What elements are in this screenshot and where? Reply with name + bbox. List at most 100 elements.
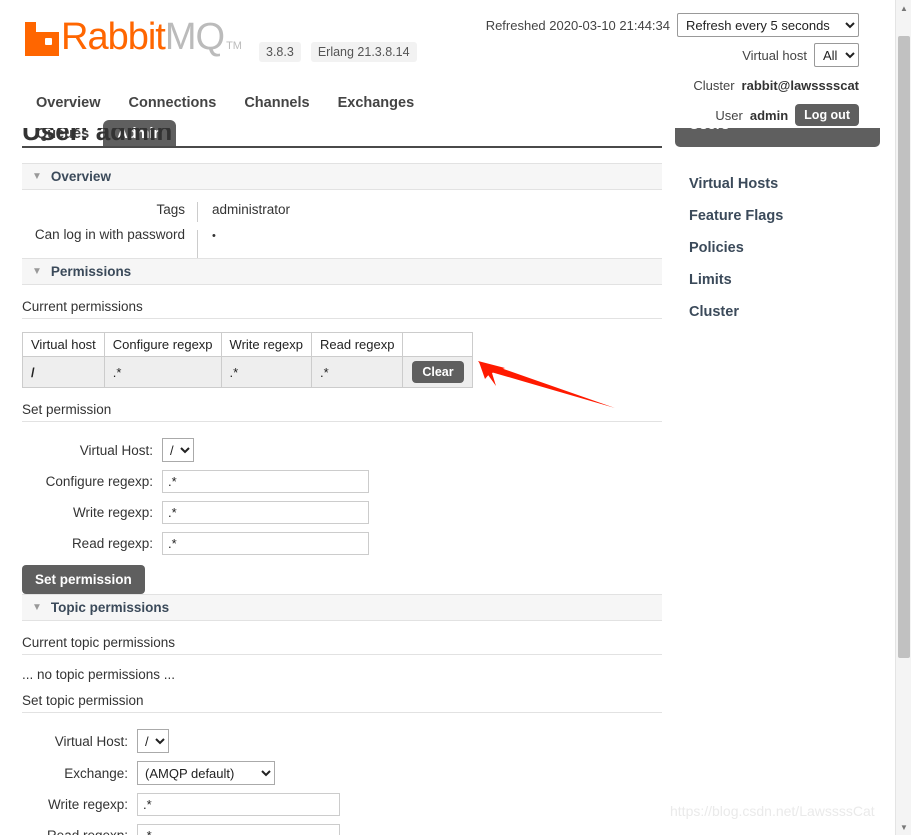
set-perm-write-input[interactable] [162,501,369,524]
nav-row-top: Overview Connections Channels Exchanges [22,86,662,117]
nav-tab-exchanges[interactable]: Exchanges [324,89,429,117]
overview-section-title: Overview [50,169,111,184]
page-title: User: admin [22,128,173,146]
sidebar-item-cluster[interactable]: Cluster [675,296,880,328]
rabbitmq-logo[interactable]: Rabbit MQ TM [25,18,242,56]
logo-trademark: TM [226,40,242,52]
scrollbar-thumb[interactable] [898,36,910,658]
chevron-down-icon: ▼ [32,601,42,613]
topic-form-row-exchange: Exchange: (AMQP default)amq.directamq.fa… [22,761,662,785]
vhost-row: Virtual host All/ [486,43,859,67]
sidebar-item-feature-flags[interactable]: Feature Flags [675,200,880,232]
tags-label: Tags [156,202,185,217]
sidebar-item-users-label: Users [689,128,729,133]
overview-section: ▼ Overview Tags administrator Can log in… [22,163,662,269]
overview-body: Tags administrator Can log in with passw… [22,190,662,264]
tags-row: Tags administrator [22,202,662,222]
col-read-regexp: Read regexp [310,332,404,357]
set-perm-configure-label: Configure regexp: [45,474,153,489]
set-perm-configure-input[interactable] [162,470,369,493]
erlang-version-badge: Erlang 21.3.8.14 [310,42,417,62]
rabbitmq-logo-icon [25,18,59,56]
refresh-row: Refreshed 2020-03-10 21:44:34 Refresh ev… [486,13,859,37]
clear-permission-button[interactable]: Clear [412,361,464,383]
admin-sidebar: Users Virtual Hosts Feature Flags Polici… [664,128,880,835]
topic-permissions-section: ▼ Topic permissions Current topic permis… [22,594,662,835]
topic-vhost-select[interactable]: / [137,729,169,753]
sidebar-item-limits[interactable]: Limits [675,264,880,296]
sidebar-item-users[interactable]: Users [675,128,880,147]
topic-permissions-section-header[interactable]: ▼ Topic permissions [22,594,662,621]
blog-watermark: https://blog.csdn.net/LawssssCat [670,803,875,819]
scroll-down-arrow-icon[interactable]: ▼ [896,819,911,835]
logo-text-rabbit: Rabbit [61,16,166,58]
tags-value: administrator [197,202,290,222]
topic-exchange-label: Exchange: [64,765,128,781]
cluster-label: Cluster [693,77,735,93]
set-permission-submit-wrap: Set permission [22,565,662,594]
rabbitmq-version-badge: 3.8.3 [259,42,301,62]
nav-tab-connections[interactable]: Connections [115,89,231,117]
cluster-name: rabbit@lawsssscat [741,77,859,93]
cell-read-regexp: .* [310,356,404,388]
topic-read-label: Read regexp: [22,828,137,835]
cell-action: Clear [402,356,474,388]
topic-form-row-virtual-host: Virtual Host: / [22,729,662,753]
table-row: / .* .* .* Clear [22,356,474,388]
sidebar-item-virtual-hosts[interactable]: Virtual Hosts [675,168,880,200]
set-permission-button[interactable]: Set permission [22,565,145,594]
form-row-read-regexp: Read regexp: [22,532,662,555]
col-actions [402,332,474,357]
user-name: admin [749,107,789,123]
chevron-down-icon: ▼ [32,265,42,277]
col-write-regexp: Write regexp [220,332,313,357]
current-topic-permissions-label: Current topic permissions [22,635,662,655]
sidebar-item-policies[interactable]: Policies [675,232,880,264]
overview-section-header[interactable]: ▼ Overview [22,163,662,190]
set-perm-write-label: Write regexp: [72,505,153,520]
permissions-section-title: Permissions [50,264,132,279]
topic-exchange-select[interactable]: (AMQP default)amq.directamq.fanoutamq.to… [137,761,275,785]
topic-read-input[interactable] [137,824,340,835]
virtual-host-select[interactable]: All/ [814,43,859,67]
scroll-up-arrow-icon[interactable]: ▲ [896,0,911,16]
vertical-scrollbar[interactable]: ▲ ▼ [895,0,911,835]
set-perm-read-label: Read regexp: [71,536,153,551]
topic-vhost-label: Virtual Host: [54,733,128,749]
cell-write-regexp: .* [220,356,313,388]
nav-tab-overview[interactable]: Overview [22,89,115,117]
set-perm-read-input[interactable] [162,532,369,555]
version-badges: 3.8.3 Erlang 21.3.8.14 [259,42,417,62]
form-row-configure-regexp: Configure regexp: [22,470,662,493]
permissions-section: ▼ Permissions Current permissions Virtua… [22,258,662,594]
table-header-row: Virtual host Configure regexp Write rege… [22,332,474,357]
current-permissions-block: Current permissions Virtual host Configu… [22,285,662,594]
set-topic-permission-form: Virtual Host: / Exchange: (AMQP default)… [22,729,662,835]
nav-tab-channels[interactable]: Channels [230,89,323,117]
set-perm-vhost-label: Virtual Host: [79,442,153,458]
sidebar-item-list: Virtual Hosts Feature Flags Policies Lim… [675,168,880,328]
topic-permissions-body: Current topic permissions ... no topic p… [22,621,662,835]
set-permission-form: Virtual Host: / Configure regexp: Write … [22,438,662,594]
set-perm-vhost-select[interactable]: / [162,438,194,462]
cell-virtual-host: / [22,356,105,388]
topic-form-row-write-regexp: Write regexp: [22,793,662,816]
permissions-section-header[interactable]: ▼ Permissions [22,258,662,285]
no-topic-permissions-text: ... no topic permissions ... [22,667,176,682]
logo-text-mq: MQ [164,16,225,58]
topic-form-row-read-regexp: Read regexp: [22,824,662,835]
refresh-interval-select[interactable]: Refresh every 5 secondsRefresh every 10 … [677,13,859,37]
main-content: User: admin ▼ Overview Tags administrato… [22,128,662,835]
password-label: Can log in with password [34,227,185,242]
topic-write-input[interactable] [137,793,340,816]
topic-write-label: Write regexp: [47,797,128,812]
permissions-table: Virtual host Configure regexp Write rege… [22,332,474,388]
app-header: Rabbit MQ TM 3.8.3 Erlang 21.3.8.14 Refr… [0,0,895,148]
browser-page: Rabbit MQ TM 3.8.3 Erlang 21.3.8.14 Refr… [0,0,911,835]
topic-permissions-section-title: Topic permissions [50,600,170,615]
chevron-down-icon: ▼ [32,170,42,182]
form-row-virtual-host: Virtual Host: / [22,438,662,462]
logout-button[interactable]: Log out [795,104,859,126]
refreshed-timestamp: Refreshed 2020-03-10 21:44:34 [485,17,670,33]
current-permissions-label: Current permissions [22,299,662,319]
